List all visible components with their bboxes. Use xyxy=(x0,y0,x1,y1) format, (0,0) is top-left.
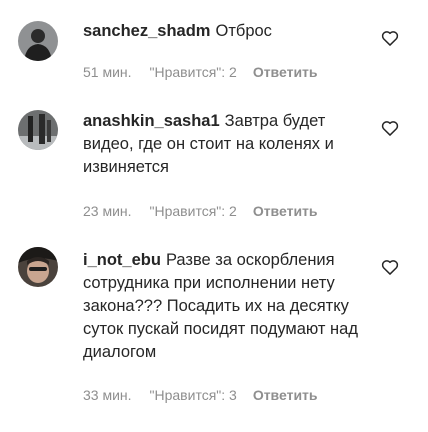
comment-body: anashkin_sasha1 Завтра будет видео, где о… xyxy=(83,110,378,179)
comment-meta: 23 мин. "Нравится": 2 Ответить xyxy=(83,203,318,219)
reply-button[interactable]: Ответить xyxy=(253,203,318,219)
comment-username[interactable]: sanchez_shadm xyxy=(83,22,210,40)
comment-time[interactable]: 51 мин. xyxy=(83,64,132,80)
avatar[interactable] xyxy=(18,110,58,150)
heart-outline-icon[interactable] xyxy=(380,257,400,277)
comment-body: sanchez_shadm Отброс xyxy=(83,20,378,43)
reply-button[interactable]: Ответить xyxy=(253,387,318,403)
comment-text: Отброс xyxy=(215,22,272,40)
avatar[interactable] xyxy=(18,247,58,287)
comment-likes[interactable]: "Нравится": 3 xyxy=(150,387,237,403)
comment-meta: 33 мин. "Нравится": 3 Ответить xyxy=(83,387,318,403)
comment-meta: 51 мин. "Нравится": 2 Ответить xyxy=(83,64,318,80)
heart-outline-icon[interactable] xyxy=(380,28,400,48)
reply-button[interactable]: Ответить xyxy=(253,64,318,80)
avatar[interactable] xyxy=(18,21,58,61)
comment-likes[interactable]: "Нравится": 2 xyxy=(150,64,237,80)
comment-username[interactable]: anashkin_sasha1 xyxy=(83,112,220,130)
comment-time[interactable]: 23 мин. xyxy=(83,203,132,219)
comment-time[interactable]: 33 мин. xyxy=(83,387,132,403)
comment-body: i_not_ebu Разве за оскорбления сотрудника… xyxy=(83,249,378,364)
comment-username[interactable]: i_not_ebu xyxy=(83,251,161,269)
comment-likes[interactable]: "Нравится": 2 xyxy=(150,203,237,219)
heart-outline-icon[interactable] xyxy=(380,118,400,138)
